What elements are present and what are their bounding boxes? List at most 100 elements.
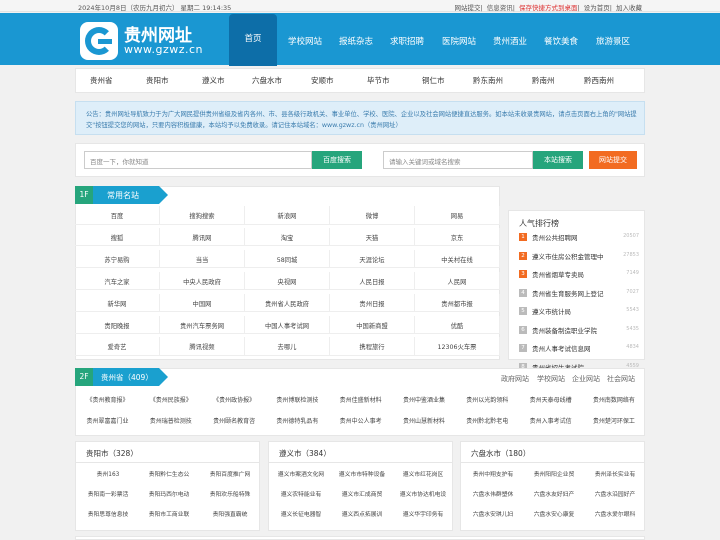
city-link[interactable]: 黔南州: [532, 75, 555, 86]
site-link[interactable]: 贵州楚河环保工: [582, 410, 645, 432]
site-link[interactable]: 天猫: [330, 227, 415, 247]
site-link[interactable]: 贵州黔北黔老电: [456, 410, 519, 432]
site-link[interactable]: 贵州日报: [330, 293, 415, 313]
site-link[interactable]: 六盘水爱尔眼科: [585, 509, 645, 518]
nav-home[interactable]: 首页: [229, 14, 277, 66]
site-link[interactable]: 人民日报: [330, 271, 415, 291]
site-link[interactable]: 六盘水伟群塑休: [463, 489, 523, 498]
site-link[interactable]: 贵州阳阳企业贸: [524, 469, 584, 478]
site-link[interactable]: 遵义市市特种设备: [332, 469, 392, 478]
site-link[interactable]: 贵州泽长实业有: [585, 469, 645, 478]
ranking-site-name[interactable]: 贵州装备制造职业学院: [532, 325, 597, 335]
site-link[interactable]: 58同城: [245, 249, 330, 269]
site-link[interactable]: 贵州南数网络有: [582, 389, 645, 411]
tab-schools[interactable]: 学校网站: [537, 374, 565, 384]
site-link[interactable]: 《贵州民族报》: [139, 389, 202, 411]
ranking-item[interactable]: 7 贵州人事考试信息网 4834: [519, 341, 641, 360]
tab-enterprises[interactable]: 企业网站: [572, 374, 600, 384]
site-link[interactable]: 贵州入事考试信: [519, 410, 582, 432]
site-link[interactable]: 《贵州政协报》: [203, 389, 266, 411]
ranking-item[interactable]: 4 贵州省生育服务网上登记 7027: [519, 286, 641, 305]
nav-liquor[interactable]: 贵州酒业: [493, 35, 527, 47]
nav-food[interactable]: 餐饮美食: [544, 35, 578, 47]
site-link[interactable]: 贵州以光韵领科: [456, 389, 519, 411]
site-link[interactable]: 贵州翠富嘉门业: [76, 410, 139, 432]
ranking-item[interactable]: 1 贵州公共招聘网 20507: [519, 230, 641, 249]
site-link[interactable]: 天涯论坛: [330, 249, 415, 269]
ranking-site-name[interactable]: 贵州省生育服务网上登记: [532, 288, 604, 298]
site-link[interactable]: 六盘水沿园好产: [585, 489, 645, 498]
ranking-site-name[interactable]: 遵义市统计局: [532, 306, 571, 316]
nav-jobs[interactable]: 求职招聘: [390, 35, 424, 47]
site-link[interactable]: 遵义市红花岗区: [393, 469, 453, 478]
news-link[interactable]: 信息资讯: [487, 4, 513, 12]
site-link[interactable]: 贵阳黔仁生态公: [139, 469, 199, 478]
city-link[interactable]: 遵义市: [202, 75, 225, 86]
site-link[interactable]: 新浪网: [245, 206, 330, 225]
site-link[interactable]: 中央人民政府: [160, 271, 245, 291]
site-link[interactable]: 汽车之家: [75, 271, 160, 291]
site-link[interactable]: 优酷: [415, 315, 500, 334]
site-link[interactable]: 遵义农特能业有: [271, 489, 331, 498]
nav-tourism[interactable]: 旅游景区: [596, 35, 630, 47]
add-favorite-link[interactable]: 加入收藏: [616, 4, 642, 12]
ranking-item[interactable]: 2 遵义市住房公积金管理中 27853: [519, 249, 641, 268]
site-link[interactable]: 贵州佳盛新材料: [329, 389, 392, 411]
site-link[interactable]: 贵阳玛西尔电动: [139, 489, 199, 498]
site-link[interactable]: 搜狗搜索: [160, 206, 245, 225]
site-link[interactable]: 京东: [415, 227, 500, 247]
submit-site-button[interactable]: 网站提交: [589, 151, 637, 169]
site-link[interactable]: 中关村在线: [415, 249, 500, 269]
site-link[interactable]: 中国新商盟: [330, 315, 415, 334]
site-link[interactable]: 百度: [75, 206, 160, 225]
logo-icon[interactable]: [80, 22, 118, 60]
site-link[interactable]: 贵州天泰母线槽: [519, 389, 582, 411]
site-link[interactable]: 《贵州教育报》: [76, 389, 139, 411]
site-link[interactable]: 贵州中公人事考: [329, 410, 392, 432]
nav-schools[interactable]: 学校网站: [288, 35, 322, 47]
ranking-site-name[interactable]: 贵州省烟草专卖局: [532, 269, 584, 279]
tab-government[interactable]: 政府网站: [501, 374, 529, 384]
site-link[interactable]: 遵义长征电器智: [271, 509, 331, 518]
site-link[interactable]: 贵州颐名教育咨: [203, 410, 266, 432]
city-link[interactable]: 贵州省: [90, 75, 113, 86]
city-link[interactable]: 毕节市: [367, 75, 390, 86]
ranking-site-name[interactable]: 贵州人事考试信息网: [532, 343, 591, 353]
site-link[interactable]: 贵州瑞普检测技: [139, 410, 202, 432]
site-link[interactable]: 12306火车票: [415, 337, 500, 356]
site-link[interactable]: 遵义市案酒文化网: [271, 469, 331, 478]
ranking-site-name[interactable]: 遵义市住房公积金管理中: [532, 251, 604, 261]
site-link[interactable]: 腾讯视频: [160, 337, 245, 356]
city-link[interactable]: 黔东南州: [473, 75, 503, 86]
city-link[interactable]: 黔西南州: [584, 75, 614, 86]
site-link[interactable]: 淘宝: [245, 227, 330, 247]
site-link[interactable]: 贵阳欢乐船特殊: [200, 489, 260, 498]
site-link[interactable]: 新华网: [75, 293, 160, 313]
nav-newspapers[interactable]: 报纸杂志: [339, 35, 373, 47]
site-link[interactable]: 贵阳南一彩票活: [78, 489, 138, 498]
city-link[interactable]: 六盘水市: [252, 75, 282, 86]
site-link[interactable]: 贵州汽车票务网: [160, 315, 245, 334]
city-link[interactable]: 安顺市: [311, 75, 334, 86]
site-link[interactable]: 贵阳市工商业联: [139, 509, 199, 518]
site-link[interactable]: 遵义西点拓展训: [332, 509, 392, 518]
ranking-item[interactable]: 6 贵州装备制造职业学院 5435: [519, 323, 641, 342]
site-link[interactable]: 六盘水友好妇产: [524, 489, 584, 498]
baidu-search-input[interactable]: 百度一下，你就知道: [84, 151, 312, 169]
site-link[interactable]: 贵阳百度推广网: [200, 469, 260, 478]
site-link[interactable]: 贵阳强直霸统: [200, 509, 260, 518]
site-link[interactable]: 遵义华宇印务有: [393, 509, 453, 518]
set-homepage-link[interactable]: 设为首页: [584, 4, 610, 12]
baidu-search-button[interactable]: 百度搜索: [312, 151, 362, 169]
site-link[interactable]: 遵义市汇成商贸: [332, 489, 392, 498]
site-search-input[interactable]: 请输入关键词或域名搜索: [383, 151, 533, 169]
site-link[interactable]: 微博: [330, 206, 415, 225]
site-link[interactable]: 苏宁易购: [75, 249, 160, 269]
city-link[interactable]: 贵阳市: [146, 75, 169, 86]
site-link[interactable]: 携程旅行: [330, 337, 415, 356]
site-link[interactable]: 央视网: [245, 271, 330, 291]
tab-social[interactable]: 社会网站: [607, 374, 635, 384]
site-link[interactable]: 贵州163: [78, 469, 138, 478]
site-link[interactable]: 中国网: [160, 293, 245, 313]
site-link[interactable]: 贵州德特乳品有: [266, 410, 329, 432]
